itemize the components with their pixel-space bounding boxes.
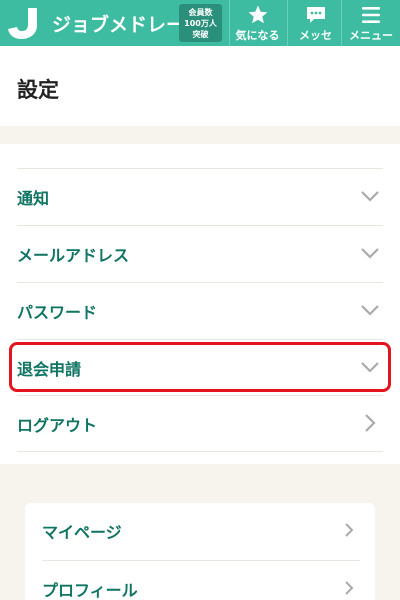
- settings-item-label: 通知: [17, 189, 50, 208]
- favorites-label: 気になる: [235, 29, 280, 42]
- badge-line-3: 突破: [192, 30, 209, 39]
- menu-button[interactable]: メニュー: [341, 0, 400, 46]
- highlight-box: [9, 342, 391, 392]
- menu-label: メニュー: [349, 29, 393, 42]
- settings-item-email[interactable]: メールアドレス: [17, 225, 383, 281]
- chevron-right-icon: [345, 523, 354, 537]
- star-icon: [248, 5, 267, 24]
- list-divider: [17, 451, 383, 452]
- badge-line-2: 100万人: [184, 19, 217, 28]
- settings-item-logout[interactable]: ログアウト: [17, 395, 383, 451]
- logo-mark-icon: [8, 8, 37, 39]
- messages-label: メッセ: [299, 29, 332, 42]
- title-bar: 設定: [0, 46, 400, 126]
- message-icon: [306, 7, 325, 23]
- app-header: ジョブメドレー 会員数 100万人 突破 気になる メッセ メニュー: [0, 0, 400, 46]
- chevron-down-icon: [361, 305, 379, 316]
- chevron-right-icon: [345, 581, 354, 595]
- badge-line-1: 会員数: [188, 8, 213, 17]
- member-count-badge: 会員数 100万人 突破: [179, 4, 222, 42]
- account-links-card: マイページ プロフィール: [25, 503, 375, 600]
- logo-text: ジョブメドレー: [52, 13, 186, 36]
- link-label: マイページ: [42, 523, 122, 542]
- logo[interactable]: ジョブメドレー: [6, 5, 185, 41]
- messages-button[interactable]: メッセ: [287, 0, 343, 46]
- hamburger-icon: [362, 7, 380, 23]
- favorites-button[interactable]: 気になる: [229, 0, 285, 46]
- settings-item-notifications[interactable]: 通知: [17, 168, 383, 224]
- chevron-right-icon: [365, 414, 376, 432]
- link-mypage[interactable]: マイページ: [42, 503, 360, 559]
- chevron-down-icon: [361, 248, 379, 259]
- settings-item-password[interactable]: パスワード: [17, 282, 383, 338]
- chevron-down-icon: [361, 191, 379, 202]
- link-profile[interactable]: プロフィール: [42, 560, 360, 600]
- settings-item-label: ログアウト: [17, 416, 98, 435]
- settings-item-label: パスワード: [17, 303, 98, 322]
- settings-list: 通知 メールアドレス パスワード 退会申請 ログアウト: [0, 144, 400, 464]
- page-title: 設定: [17, 78, 59, 102]
- settings-item-label: メールアドレス: [17, 246, 130, 265]
- link-label: プロフィール: [42, 581, 138, 600]
